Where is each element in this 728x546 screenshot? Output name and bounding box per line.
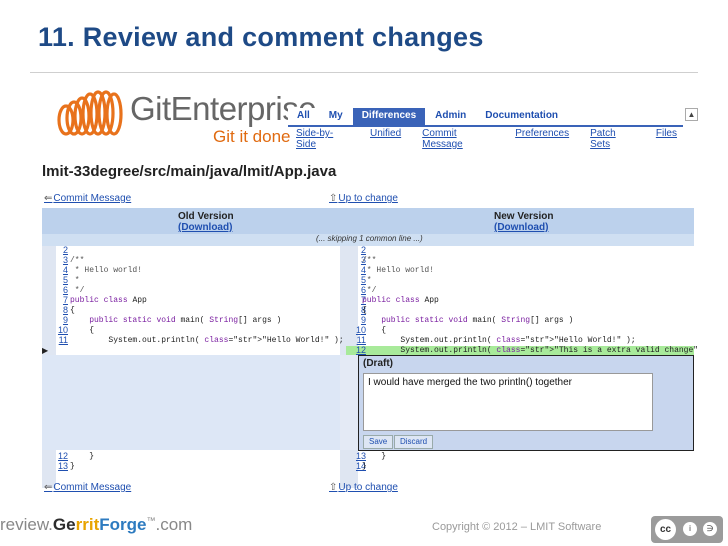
subtab-patch-sets[interactable]: Patch Sets — [590, 128, 635, 150]
new-code-line: System.out.println( class="str">"This is… — [362, 346, 698, 355]
old-line-number[interactable]: 2 — [56, 246, 68, 255]
skip-row[interactable]: (... skipping 1 common line ...) — [42, 234, 694, 246]
new-code-line: } — [362, 462, 367, 471]
scroll-up-icon[interactable]: ▲ — [685, 108, 698, 121]
new-download-link[interactable]: (Download) — [494, 222, 548, 233]
old-code-line: */ — [70, 286, 85, 295]
commit-message-link-top[interactable]: ⇐Commit Message — [44, 193, 131, 204]
arrow-up-icon: ⇧ — [329, 482, 338, 493]
new-code-line: public static void main( String[] args ) — [381, 316, 574, 325]
tab-underline — [288, 125, 683, 127]
title-divider — [30, 72, 698, 73]
old-line-number[interactable]: 9 — [56, 316, 68, 325]
tab-documentation[interactable]: Documentation — [476, 108, 569, 125]
old-code-line: System.out.println( class="str">"Hello W… — [70, 336, 344, 345]
old-line-number[interactable]: 12 — [56, 452, 68, 461]
cc-icon: cc — [655, 519, 676, 540]
new-code-line: { — [362, 306, 367, 315]
old-line-number[interactable]: 3 — [56, 256, 68, 265]
commit-message-link-bottom[interactable]: ⇐Commit Message — [44, 482, 131, 493]
tab-differences[interactable]: Differences — [352, 108, 427, 125]
up-to-change-link-bottom[interactable]: ⇧Up to change — [329, 482, 398, 493]
subtab-side-by-side[interactable]: Side-by-Side — [296, 128, 349, 150]
logo-prefix: review. — [0, 515, 53, 534]
tab-admin[interactable]: Admin — [426, 108, 477, 125]
comment-marker-icon[interactable]: ▶ — [42, 346, 48, 355]
attribution-icon: i — [683, 522, 697, 536]
gitenterprise-logo-icon — [57, 90, 123, 136]
old-code-line: { — [70, 306, 75, 315]
up-to-change-link-top[interactable]: ⇧Up to change — [329, 193, 398, 204]
old-line-number[interactable]: 6 — [56, 286, 68, 295]
logo-forge: Forge — [99, 515, 147, 534]
subtab-files[interactable]: Files — [656, 128, 677, 150]
diff-header: Old Version (Download) New Version (Down… — [42, 208, 694, 234]
new-version-title: New Version — [494, 211, 554, 222]
old-code-line: } — [70, 462, 75, 471]
new-code-line: System.out.println( class="str">"Hello W… — [362, 336, 636, 345]
new-code-line: } — [362, 452, 387, 461]
old-code-line: { — [70, 326, 95, 335]
up-to-change-label: Up to change — [338, 193, 398, 204]
new-code-line: * Hello world! — [362, 266, 435, 275]
tab-my[interactable]: My — [319, 108, 353, 125]
save-button[interactable]: Save — [363, 435, 394, 449]
file-path: lmit-33degree/src/main/java/lmit/App.jav… — [42, 163, 337, 180]
old-line-number[interactable]: 4 — [56, 266, 68, 275]
old-version-title: Old Version — [178, 211, 234, 222]
old-code-line: } — [70, 452, 95, 461]
tab-all[interactable]: All — [288, 108, 320, 125]
up-to-change-label: Up to change — [338, 482, 398, 493]
screenshot-panel: GitEnterprise Git it done All My Differe… — [38, 86, 698, 498]
commit-message-label: Commit Message — [53, 482, 132, 493]
old-code-line: * — [70, 276, 80, 285]
old-line-number[interactable]: 11 — [56, 336, 68, 345]
arrow-left-icon: ⇐ — [44, 482, 53, 493]
skip-text: (... skipping 1 common line ...) — [316, 234, 423, 243]
slide-title: 11. Review and comment changes — [38, 22, 484, 52]
logo-rrit: rrit — [75, 515, 100, 534]
draft-heading: (Draft) — [363, 358, 393, 369]
gutter-blank-area — [340, 355, 358, 450]
old-code-line: public static void main( String[] args ) — [89, 316, 282, 325]
old-line-number[interactable]: 7 — [56, 296, 68, 305]
new-code-line: /** — [362, 256, 377, 265]
comment-editor: (Draft) I would have merged the two prin… — [358, 355, 694, 451]
comment-textarea[interactable]: I would have merged the two println() to… — [363, 373, 653, 431]
share-alike-icon: ∋ — [703, 522, 717, 536]
subtab-preferences[interactable]: Preferences — [515, 128, 569, 150]
old-line-number[interactable]: 10 — [56, 326, 68, 335]
new-code-line: * — [362, 276, 372, 285]
arrow-left-icon: ⇐ — [44, 193, 53, 204]
creative-commons-badge: cc i ∋ — [651, 516, 723, 543]
subtab-unified[interactable]: Unified — [370, 128, 401, 150]
new-code-line: { — [362, 326, 387, 335]
top-tabs: All My Differences Admin Documentation — [288, 108, 569, 125]
logo-suffix: .com — [155, 515, 193, 534]
arrow-up-icon: ⇧ — [329, 193, 338, 204]
old-code-line: * Hello world! — [70, 266, 143, 275]
old-line-number[interactable]: 5 — [56, 276, 68, 285]
sub-tabs: Side-by-Side Unified Commit Message Pref… — [296, 128, 698, 150]
logo-ge: Ge — [52, 515, 76, 534]
old-version-blank-area — [42, 355, 340, 450]
old-code-line: public class App — [70, 296, 147, 305]
subtab-commit-message[interactable]: Commit Message — [422, 128, 494, 150]
new-code-line: public class App — [362, 296, 439, 305]
logo-tagline: Git it done — [213, 127, 291, 146]
discard-button[interactable]: Discard — [394, 435, 434, 449]
new-line-number[interactable]: 2 — [354, 246, 366, 255]
gerritforge-logo: review.GerritForge™.com — [0, 515, 192, 535]
copyright-text: Copyright © 2012 – LMIT Software — [432, 521, 602, 533]
commit-message-label: Commit Message — [53, 193, 132, 204]
old-download-link[interactable]: (Download) — [178, 222, 232, 233]
old-code-line: /** — [70, 256, 85, 265]
diff-table: Old Version (Download) New Version (Down… — [42, 208, 698, 488]
old-line-number[interactable]: 13 — [56, 462, 68, 471]
new-code-line: */ — [362, 286, 377, 295]
old-line-number[interactable]: 8 — [56, 306, 68, 315]
